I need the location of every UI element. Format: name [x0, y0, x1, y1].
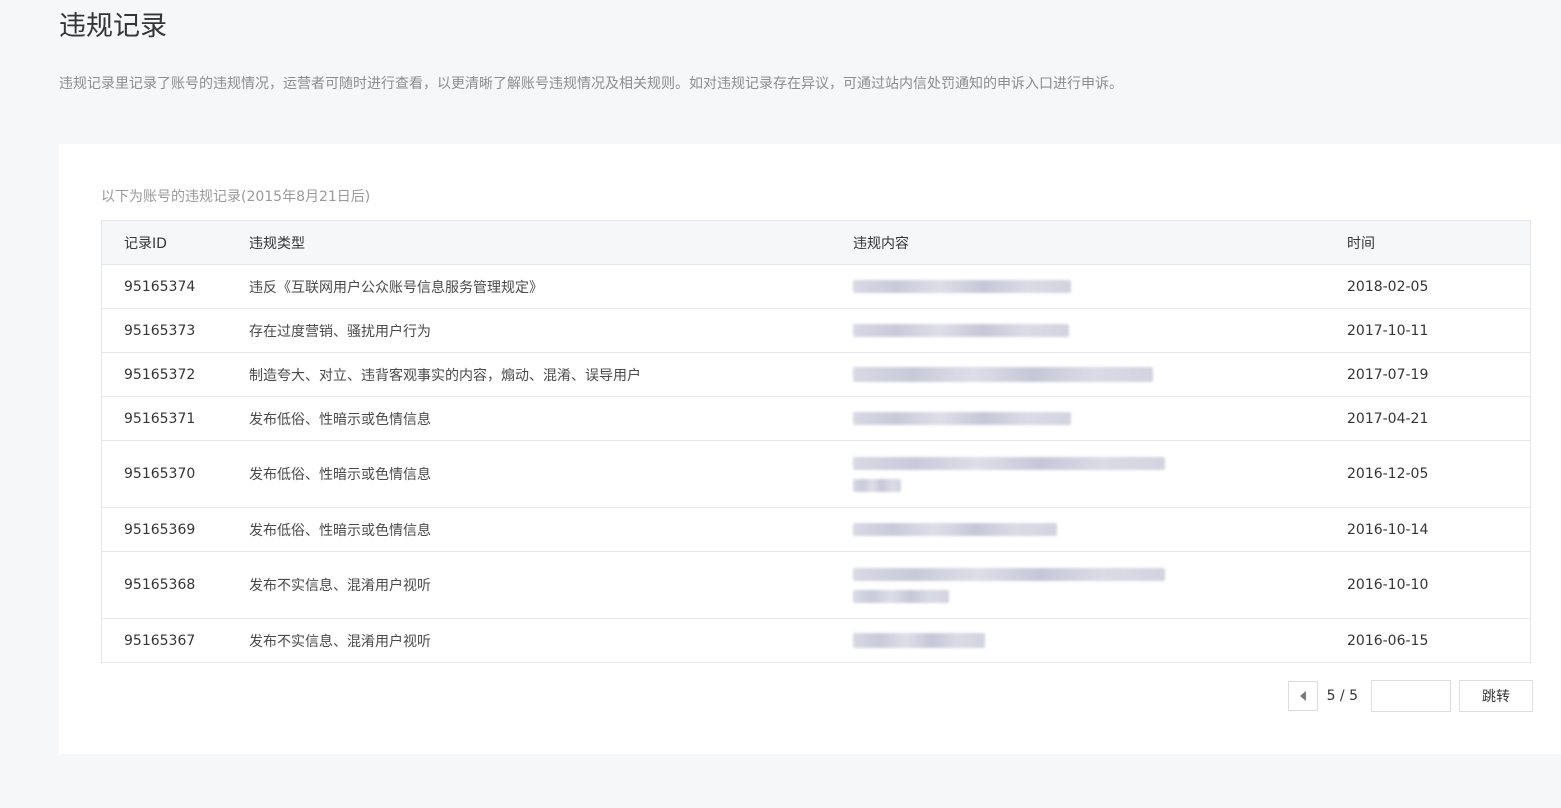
violation-content-redacted	[853, 507, 1347, 552]
table-row: 95165367 发布不实信息、混淆用户视听 2016-06-15	[102, 619, 1530, 663]
record-id: 95165369	[102, 507, 249, 552]
violation-type: 发布不实信息、混淆用户视听	[249, 551, 853, 619]
record-time: 2018-02-05	[1347, 264, 1530, 309]
table-row: 95165371 发布低俗、性暗示或色情信息 2017-04-21	[102, 396, 1530, 441]
violation-content-redacted	[853, 396, 1347, 441]
record-time: 2016-12-05	[1347, 440, 1530, 508]
record-id: 95165370	[102, 440, 249, 508]
record-time: 2017-04-21	[1347, 396, 1530, 441]
table-row: 95165370 发布低俗、性暗示或色情信息 2016-12-05	[102, 440, 1530, 508]
violation-type: 发布低俗、性暗示或色情信息	[249, 396, 853, 441]
table-row: 95165374 违反《互联网用户公众账号信息服务管理规定》 2018-02-0…	[102, 264, 1530, 309]
page-title: 违规记录	[59, 11, 167, 42]
table-header-row: 记录ID 违规类型 违规内容 时间	[102, 221, 1530, 265]
record-id: 95165371	[102, 396, 249, 441]
record-time: 2016-10-10	[1347, 551, 1530, 619]
violation-type: 存在过度营销、骚扰用户行为	[249, 308, 853, 353]
records-table-container: 记录ID 违规类型 违规内容 时间 95165374 违反《互联网用户公众账号信…	[101, 220, 1531, 663]
record-time: 2017-07-19	[1347, 352, 1530, 397]
pagination: 5 / 5 跳转	[1287, 680, 1533, 712]
record-id: 95165372	[102, 352, 249, 397]
record-time: 2017-10-11	[1347, 308, 1530, 353]
header-violation-type: 违规类型	[249, 221, 853, 265]
record-id: 95165368	[102, 551, 249, 619]
page-indicator: 5 / 5	[1326, 688, 1358, 704]
table-row: 95165368 发布不实信息、混淆用户视听 2016-10-10	[102, 551, 1530, 619]
violation-content-redacted	[853, 352, 1347, 397]
header-violation-content: 违规内容	[853, 221, 1347, 265]
header-record-id: 记录ID	[102, 221, 249, 265]
violation-content-redacted	[853, 551, 1347, 619]
record-id: 95165374	[102, 264, 249, 309]
record-time: 2016-10-14	[1347, 507, 1530, 552]
table-caption: 以下为账号的违规记录(2015年8月21日后)	[101, 189, 371, 205]
record-id: 95165367	[124, 632, 196, 649]
violation-content-redacted	[853, 619, 1347, 663]
violation-content-redacted	[853, 440, 1347, 508]
table-row: 95165369 发布低俗、性暗示或色情信息 2016-10-14	[102, 507, 1530, 552]
violation-type: 违反《互联网用户公众账号信息服务管理规定》	[249, 264, 853, 309]
violation-content-redacted	[853, 264, 1347, 309]
violation-content-redacted	[853, 308, 1347, 353]
page-jump-input[interactable]	[1371, 680, 1451, 712]
header-time: 时间	[1347, 221, 1530, 265]
table-row: 95165372 制造夸大、对立、违背客观事实的内容，煽动、混淆、误导用户 20…	[102, 352, 1530, 397]
table-row: 95165373 存在过度营销、骚扰用户行为 2017-10-11	[102, 308, 1530, 353]
violation-type: 发布低俗、性暗示或色情信息	[249, 440, 853, 508]
records-panel: 以下为账号的违规记录(2015年8月21日后) 记录ID 违规类型 违规内容 时…	[59, 144, 1561, 754]
violation-type: 制造夸大、对立、违背客观事实的内容，煽动、混淆、误导用户	[249, 352, 853, 397]
record-id: 95165373	[102, 308, 249, 353]
records-table: 记录ID 违规类型 违规内容 时间 95165374 违反《互联网用户公众账号信…	[102, 221, 1530, 662]
page-description: 违规记录里记录了账号的违规情况，运营者可随时进行查看，以更清晰了解账号违规情况及…	[59, 76, 1123, 92]
prev-page-button[interactable]	[1287, 681, 1318, 711]
violation-type: 发布低俗、性暗示或色情信息	[249, 507, 853, 552]
violation-type: 发布不实信息、混淆用户视听	[249, 633, 431, 650]
jump-button[interactable]: 跳转	[1459, 680, 1533, 712]
chevron-left-icon	[1299, 691, 1306, 701]
record-time: 2016-06-15	[1347, 632, 1429, 649]
